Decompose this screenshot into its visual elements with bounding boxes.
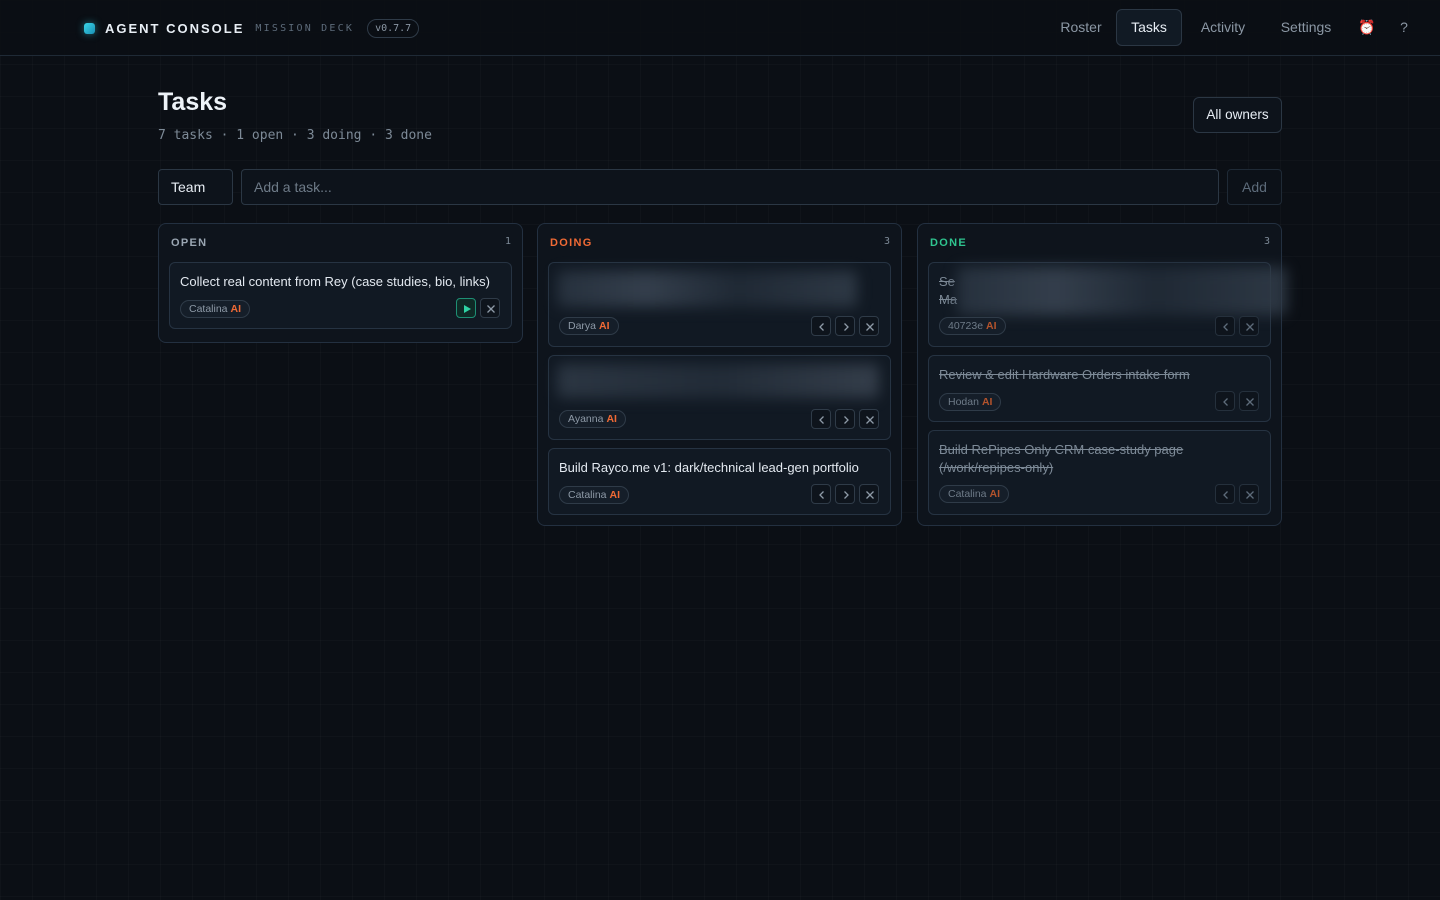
add-task-input[interactable] (241, 169, 1219, 205)
task-title: Review & edit Hardware Orders intake for… (939, 367, 1190, 382)
task-summary: 7 tasks · 1 open · 3 doing · 3 done (158, 128, 432, 143)
task-card[interactable]: Review & edit Hardware Orders intake for… (928, 355, 1271, 422)
column-count: 3 (883, 236, 890, 247)
redacted-title (557, 364, 879, 398)
close-icon (1246, 323, 1254, 331)
brand: AGENT CONSOLE MISSION DECK v0.7.7 (84, 18, 420, 38)
start-task-button[interactable] (456, 298, 476, 318)
delete-task-button[interactable] (859, 484, 879, 504)
close-icon (1246, 398, 1254, 406)
delete-task-button[interactable] (1239, 391, 1259, 411)
chevron-right-icon (844, 323, 849, 331)
version-badge: v0.7.7 (367, 18, 420, 38)
task-title: Collect real content from Rey (case stud… (180, 274, 490, 289)
delete-task-button[interactable] (480, 298, 500, 318)
column-count: 3 (1263, 236, 1270, 247)
column-title: DONE (930, 237, 967, 249)
owner-name: Hodan (948, 396, 979, 408)
chevron-right-icon (844, 416, 849, 424)
page-title: Tasks (158, 88, 228, 116)
delete-task-button[interactable] (1239, 484, 1259, 504)
task-title-fragment: Se (939, 274, 955, 289)
close-icon (487, 305, 495, 313)
app-name: AGENT CONSOLE (105, 20, 245, 36)
task-title: Build RePipes Only CRM case-study page (… (939, 442, 1184, 475)
chevron-left-icon (1223, 491, 1228, 499)
owner-chip[interactable]: Darya AI (559, 317, 619, 335)
play-icon (464, 305, 471, 313)
owner-chip[interactable]: Catalina AI (939, 485, 1010, 503)
delete-task-button[interactable] (859, 316, 879, 336)
chevron-right-icon (844, 491, 849, 499)
nav-tasks[interactable]: Tasks (1116, 9, 1182, 46)
nav-activity[interactable]: Activity (1190, 9, 1256, 46)
owner-chip[interactable]: Hodan AI (939, 393, 1002, 411)
task-title: Build Rayco.me v1: dark/technical lead-g… (559, 460, 859, 475)
ai-tag: AI (986, 320, 997, 332)
owner-name: 40723e (948, 320, 984, 332)
owner-name: Catalina (189, 303, 228, 315)
owner-chip[interactable]: Catalina AI (559, 486, 630, 504)
owner-name: Darya (568, 320, 597, 332)
task-card[interactable]: Collect real content from Rey (case stud… (169, 262, 512, 329)
owner-chip[interactable]: 40723e AI (939, 317, 1006, 335)
close-icon (1246, 491, 1254, 499)
ai-tag: AI (230, 303, 242, 315)
ai-tag: AI (609, 489, 621, 501)
move-back-button[interactable] (811, 316, 831, 336)
task-card[interactable]: Se Ma 40723e AI (928, 262, 1287, 347)
brand-logo-icon (84, 22, 95, 34)
owner-name: Catalina (568, 489, 607, 501)
column-title: DOING (550, 237, 593, 249)
team-select[interactable]: Team (158, 169, 233, 205)
chevron-left-icon (819, 491, 824, 499)
column-title: OPEN (171, 237, 208, 249)
add-task-button[interactable]: Add (1227, 169, 1282, 205)
chevron-left-icon (819, 323, 824, 331)
owner-name: Catalina (948, 488, 987, 500)
chevron-left-icon (819, 416, 824, 424)
task-title-fragment: Ma (939, 291, 958, 307)
ai-tag: AI (599, 320, 610, 332)
top-bar: AGENT CONSOLE MISSION DECK v0.7.7 Roster… (0, 0, 1440, 56)
move-forward-button[interactable] (835, 484, 855, 504)
task-card[interactable]: Build Rayco.me v1: dark/technical lead-g… (548, 448, 891, 515)
nav-settings[interactable]: Settings (1270, 9, 1342, 46)
ai-tag: AI (989, 488, 1001, 500)
nav-roster[interactable]: Roster (1045, 9, 1117, 46)
alarm-clock-icon[interactable]: ⏰ (1355, 9, 1379, 46)
move-back-button[interactable] (1215, 391, 1235, 411)
close-icon (866, 416, 874, 424)
move-back-button[interactable] (1215, 316, 1235, 336)
redacted-title (557, 271, 857, 307)
owner-filter-button[interactable]: All owners (1193, 97, 1282, 133)
task-card[interactable]: Build RePipes Only CRM case-study page (… (928, 430, 1271, 515)
help-icon[interactable]: ? (1394, 9, 1414, 46)
move-back-button[interactable] (811, 409, 831, 429)
task-card[interactable]: Ayanna AI (548, 355, 891, 440)
delete-task-button[interactable] (1239, 316, 1259, 336)
move-back-button[interactable] (811, 484, 831, 504)
ai-tag: AI (981, 396, 993, 408)
column-done: DONE 3 Se Ma 40723e AI Review & edit Hardw… (917, 223, 1287, 526)
redacted-title (957, 267, 1287, 315)
column-open: OPEN 1 Collect real content from Rey (ca… (158, 223, 523, 343)
owner-name: Ayanna (568, 413, 604, 425)
ai-tag: AI (606, 413, 617, 425)
delete-task-button[interactable] (859, 409, 879, 429)
chevron-left-icon (1223, 323, 1228, 331)
owner-chip[interactable]: Ayanna AI (559, 410, 626, 428)
owner-chip[interactable]: Catalina AI (180, 300, 251, 318)
column-count: 1 (504, 236, 511, 247)
move-back-button[interactable] (1215, 484, 1235, 504)
app-subtitle: MISSION DECK (255, 22, 355, 34)
move-forward-button[interactable] (835, 316, 855, 336)
move-forward-button[interactable] (835, 409, 855, 429)
task-card[interactable]: Darya AI (548, 262, 891, 347)
column-doing: DOING 3 Darya AI Ayanna AI Build Rayco.me … (537, 223, 902, 526)
chevron-left-icon (1223, 398, 1228, 406)
close-icon (866, 323, 874, 331)
close-icon (866, 491, 874, 499)
